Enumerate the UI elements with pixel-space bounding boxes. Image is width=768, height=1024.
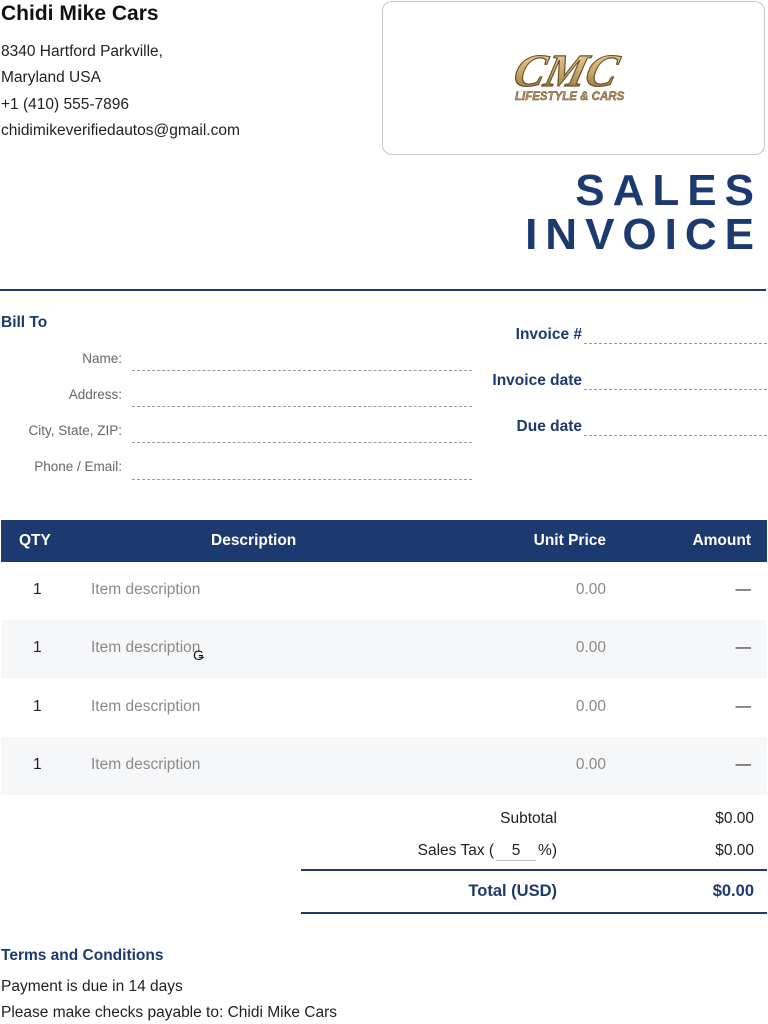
unit-price-header: Unit Price	[533, 532, 606, 549]
due-date-field[interactable]	[584, 435, 767, 436]
company-email: chidimikeverifiedautos@gmail.com	[1, 122, 240, 139]
total-top-rule	[301, 869, 767, 871]
qty-cell[interactable]: 1	[33, 756, 42, 774]
description-cell[interactable]: Item description	[91, 581, 200, 599]
subtotal-value: $0.00	[715, 810, 754, 827]
sales-tax-label: Sales Tax (5%)	[300, 842, 557, 861]
qty-cell[interactable]: 1	[33, 581, 42, 599]
table-row: 1 Item description 0.00 —	[1, 679, 767, 737]
logo-upload-box[interactable]: CMC LIFESTYLE & CARS	[382, 1, 765, 155]
description-cell[interactable]: Item description	[91, 698, 200, 716]
phone-email-label: Phone / Email:	[34, 459, 122, 474]
invoice-date-label: Invoice date	[492, 372, 582, 389]
total-label: Total (USD)	[468, 882, 557, 900]
sales-tax-value: $0.00	[715, 842, 754, 859]
amount-cell: —	[735, 639, 752, 656]
sales-tax-suffix: %)	[538, 842, 557, 859]
company-logo: CMC LIFESTYLE & CARS	[508, 45, 625, 103]
address-field[interactable]	[132, 406, 472, 407]
grab-cursor-icon: Ǥ	[193, 647, 204, 663]
invoice-number-field[interactable]	[584, 343, 767, 344]
unit-price-cell[interactable]: 0.00	[576, 581, 606, 599]
name-field[interactable]	[132, 370, 472, 371]
unit-price-cell[interactable]: 0.00	[576, 756, 606, 774]
company-phone: +1 (410) 555-7896	[1, 96, 129, 113]
terms-line-2: Please make checks payable to: Chidi Mik…	[1, 1004, 337, 1021]
sales-tax-prefix: Sales Tax (	[417, 842, 495, 859]
terms-heading: Terms and Conditions	[1, 947, 164, 964]
items-table-header: QTY Description Unit Price Amount	[1, 520, 767, 562]
total-value: $0.00	[712, 882, 754, 900]
table-row: 1 Item description 0.00 —	[1, 562, 767, 620]
header-divider	[0, 289, 766, 291]
table-row: 1 Item description 0.00 —	[1, 620, 767, 678]
name-label: Name:	[82, 351, 122, 366]
address-label: Address:	[68, 387, 122, 402]
amount-cell: —	[735, 581, 752, 598]
invoice-date-field[interactable]	[584, 389, 767, 390]
qty-cell[interactable]: 1	[33, 639, 42, 657]
amount-cell: —	[735, 698, 752, 715]
qty-header: QTY	[19, 532, 51, 549]
description-cell[interactable]: Item description	[91, 756, 200, 774]
subtotal-label: Subtotal	[500, 810, 557, 827]
company-address-line1: 8340 Hartford Parkville,	[1, 43, 163, 60]
city-state-zip-label: City, State, ZIP:	[28, 423, 122, 438]
unit-price-cell[interactable]: 0.00	[576, 698, 606, 716]
invoice-title-line1: SALES	[575, 166, 762, 215]
amount-cell: —	[735, 756, 752, 773]
tax-rate-input[interactable]: 5	[496, 842, 537, 861]
amount-header: Amount	[692, 532, 751, 549]
company-name: Chidi Mike Cars	[1, 2, 159, 25]
company-address-line2: Maryland USA	[1, 69, 101, 86]
phone-email-field[interactable]	[132, 479, 472, 480]
invoice-number-label: Invoice #	[515, 326, 582, 343]
due-date-label: Due date	[516, 418, 582, 435]
qty-cell[interactable]: 1	[33, 698, 42, 716]
city-state-zip-field[interactable]	[132, 442, 472, 443]
total-bottom-rule	[301, 912, 767, 914]
logo-tagline: LIFESTYLE & CARS	[515, 91, 625, 103]
invoice-title-line2: INVOICE	[525, 210, 762, 259]
bill-to-heading: Bill To	[1, 314, 48, 331]
terms-line-1: Payment is due in 14 days	[1, 978, 183, 995]
logo-letters: CMC	[509, 46, 625, 97]
unit-price-cell[interactable]: 0.00	[576, 639, 606, 657]
table-row: 1 Item description 0.00 —	[1, 737, 767, 795]
description-header: Description	[211, 532, 297, 549]
description-cell[interactable]: Item description	[91, 639, 200, 657]
